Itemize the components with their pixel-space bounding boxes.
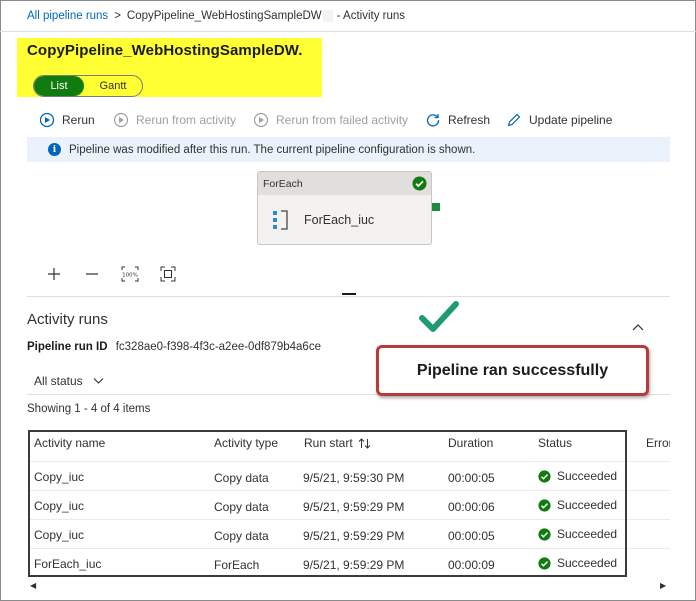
breadcrumb: All pipeline runs > CopyPipeline_WebHost… (27, 10, 405, 22)
rerun-from-activity-icon (113, 112, 129, 128)
rerun-label: Rerun (62, 113, 95, 127)
minus-icon (86, 273, 98, 275)
large-checkmark-icon (419, 301, 459, 332)
breadcrumb-divider (0, 31, 696, 32)
success-callout: Pipeline ran successfully (376, 345, 649, 396)
pipeline-run-id: Pipeline run ID fc328ae0-f398-4f3c-a2ee-… (27, 341, 321, 353)
info-bar-text: Pipeline was modified after this run. Th… (69, 143, 476, 156)
node-output-port[interactable] (432, 203, 440, 211)
zoom-out-button[interactable] (82, 265, 102, 283)
redaction-mark (322, 10, 333, 22)
info-bar: i Pipeline was modified after this run. … (27, 137, 670, 162)
node-name: ForEach_iuc (304, 213, 375, 227)
refresh-label: Refresh (448, 113, 491, 127)
rerun-from-activity-label: Rerun from activity (136, 113, 237, 127)
update-pipeline-label: Update pipeline (529, 113, 613, 127)
zoom-100-button[interactable]: 100% (120, 265, 140, 283)
edit-pencil-icon (507, 113, 521, 127)
fit-to-screen-button[interactable] (158, 265, 178, 283)
status-filter-dropdown[interactable]: All status (34, 374, 104, 388)
scroll-right-icon[interactable]: ▶ (660, 581, 666, 590)
foreach-icon (273, 210, 288, 230)
zoom-in-button[interactable] (44, 265, 64, 283)
page-title: CopyPipeline_WebHostingSampleDW. (27, 42, 303, 59)
update-pipeline-button[interactable]: Update pipeline (506, 112, 612, 128)
refresh-button[interactable]: Refresh (425, 112, 490, 128)
panel-resize-handle[interactable] (342, 293, 356, 295)
pipeline-activity-node[interactable]: ForEach ForEach_iuc (257, 171, 432, 245)
refresh-icon (426, 114, 440, 127)
node-success-icon (412, 176, 427, 191)
rerun-from-failed-label: Rerun from failed activity (276, 113, 409, 127)
breadcrumb-current: - Activity runs (336, 10, 406, 22)
rerun-icon (39, 112, 55, 128)
breadcrumb-separator: > (114, 10, 121, 22)
table-highlight-box (28, 430, 627, 577)
rerun-button[interactable]: Rerun (39, 112, 95, 128)
svg-text:100%: 100% (122, 273, 138, 279)
callout-text: Pipeline ran successfully (416, 361, 609, 379)
rerun-from-failed-button[interactable]: Rerun from failed activity (253, 112, 408, 128)
chevron-down-icon (93, 378, 104, 384)
list-view-button[interactable]: List (34, 76, 84, 96)
run-id-value: fc328ae0-f398-4f3c-a2ee-0df879b4a6ce (115, 341, 321, 353)
status-filter-label: All status (34, 374, 83, 388)
gantt-view-button[interactable]: Gantt (84, 76, 142, 96)
col-error[interactable]: Error (646, 436, 670, 450)
node-body: ForEach_iuc (258, 195, 431, 245)
zoom-100-icon: 100% (121, 266, 139, 282)
run-id-label: Pipeline run ID (27, 341, 108, 353)
collapse-chevron-icon[interactable] (632, 323, 644, 333)
node-header: ForEach (258, 172, 431, 195)
plus-icon (48, 268, 60, 280)
view-toggle: List Gantt (33, 75, 143, 97)
canvas-divider (27, 296, 670, 297)
node-type-label: ForEach (263, 177, 303, 190)
breadcrumb-pipeline: CopyPipeline_WebHostingSampleDW (126, 10, 322, 22)
items-count: Showing 1 - 4 of 4 items (27, 403, 151, 415)
rerun-from-failed-icon (253, 112, 269, 128)
breadcrumb-all-pipeline-runs[interactable]: All pipeline runs (27, 10, 108, 22)
rerun-from-activity-button[interactable]: Rerun from activity (113, 112, 236, 128)
scroll-left-icon[interactable]: ◀ (30, 581, 36, 590)
activity-runs-title: Activity runs (27, 311, 108, 328)
info-icon: i (48, 143, 61, 156)
fit-screen-icon (160, 266, 176, 282)
